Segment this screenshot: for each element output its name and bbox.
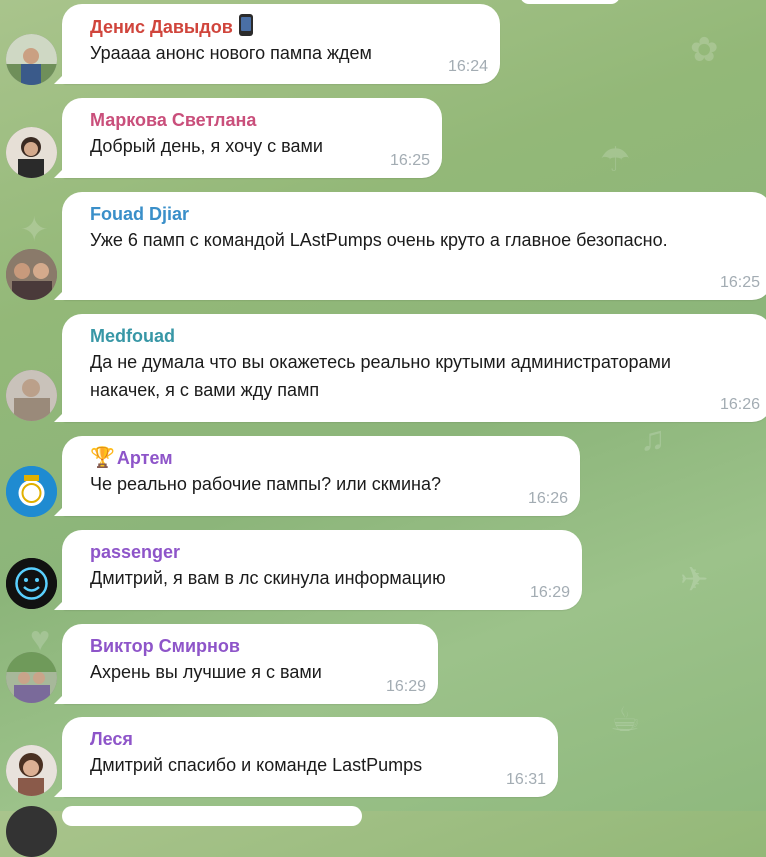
avatar-image: [6, 34, 57, 85]
sender-name[interactable]: 🏆 Артем: [90, 446, 564, 470]
message-time: 16:31: [505, 771, 546, 788]
message-bubble-partial: [62, 806, 362, 826]
avatar[interactable]: [6, 249, 57, 300]
avatar[interactable]: [6, 34, 57, 85]
message-text: Ураааа анонс нового пампа ждем: [90, 43, 372, 63]
message-time: 16:26: [527, 490, 568, 507]
message-text: Добрый день, я хочу с вами: [90, 136, 323, 156]
sender-name[interactable]: Виктор Смирнов: [90, 634, 422, 658]
message-bubble[interactable]: passenger Дмитрий, я вам в лс скинула ин…: [54, 530, 582, 610]
avatar-image: [6, 370, 57, 421]
chat-history[interactable]: ✿ ☂ ♫ ✈ ☕ ✦ ♥ Денис Давыдов Ураааа анонс…: [0, 0, 766, 857]
doodle-icon: ✿: [690, 31, 719, 69]
doodle-icon: ☕: [610, 701, 641, 739]
message-time: 16:26: [719, 396, 760, 413]
message-bubble[interactable]: Виктор Смирнов Ахрень вы лучшие я с вами…: [54, 624, 438, 704]
message-text: Да не думала что вы окажетесь реально кр…: [90, 352, 671, 400]
sender-name[interactable]: passenger: [90, 540, 566, 564]
message-time: 16:29: [385, 678, 426, 695]
message-bubble[interactable]: Fouad Djiar Уже 6 памп с командой LAstPu…: [54, 192, 766, 300]
avatar[interactable]: [6, 558, 57, 609]
message-bubble[interactable]: Medfouad Да не думала что вы окажетесь р…: [54, 314, 766, 422]
message-text: Че реально рабочие пампы? или скмина?: [90, 474, 441, 494]
avatar-image: [6, 127, 57, 178]
avatar[interactable]: [6, 745, 57, 796]
message-time: 16:25: [719, 274, 760, 291]
avatar-image: [6, 249, 57, 300]
avatar[interactable]: [6, 466, 57, 517]
avatar[interactable]: [6, 806, 57, 857]
sender-name-text: Денис Давыдов: [90, 17, 233, 37]
phone-icon: [238, 14, 253, 36]
avatar[interactable]: [6, 370, 57, 421]
message-time: 16:24: [447, 58, 488, 75]
doodle-icon: ✦: [20, 211, 49, 249]
sender-name[interactable]: Medfouad: [90, 324, 756, 348]
doodle-icon: ✈: [680, 561, 709, 599]
message-text: Дмитрий, я вам в лс скинула информацию: [90, 568, 446, 588]
message-bubble[interactable]: Маркова Светлана Добрый день, я хочу с в…: [54, 98, 442, 178]
avatar-image: [6, 652, 57, 703]
sender-name-text: Артем: [116, 448, 173, 468]
message-text: Дмитрий спасибо и команде LastPumps: [90, 755, 423, 775]
sender-name[interactable]: Fouad Djiar: [90, 202, 756, 226]
message-text: Ахрень вы лучшие я с вами: [90, 662, 322, 682]
real-madrid-crest-icon: [6, 466, 57, 517]
doodle-icon: ♫: [640, 420, 666, 458]
doodle-icon: ☂: [600, 141, 631, 179]
message-bubble[interactable]: Леся Дмитрий спасибо и команде LastPumps…: [54, 717, 558, 797]
avatar-image: [6, 745, 57, 796]
message-bubble[interactable]: Денис Давыдов Ураааа анонс нового пампа …: [54, 4, 500, 84]
smiley-avatar-icon: [6, 558, 57, 609]
sender-name[interactable]: Леся: [90, 727, 542, 751]
message-text: Уже 6 памп с командой LAstPumps очень кр…: [90, 230, 668, 250]
sender-name[interactable]: Денис Давыдов: [90, 14, 484, 39]
avatar[interactable]: [6, 652, 57, 703]
message-time: 16:29: [529, 584, 570, 601]
sender-name[interactable]: Маркова Светлана: [90, 108, 426, 132]
trophy-icon: 🏆: [90, 447, 115, 469]
avatar[interactable]: [6, 127, 57, 178]
message-bubble[interactable]: 🏆 Артем Че реально рабочие пампы? или скм…: [54, 436, 580, 516]
message-bubble-partial: [520, 0, 620, 4]
message-time: 16:25: [389, 152, 430, 169]
